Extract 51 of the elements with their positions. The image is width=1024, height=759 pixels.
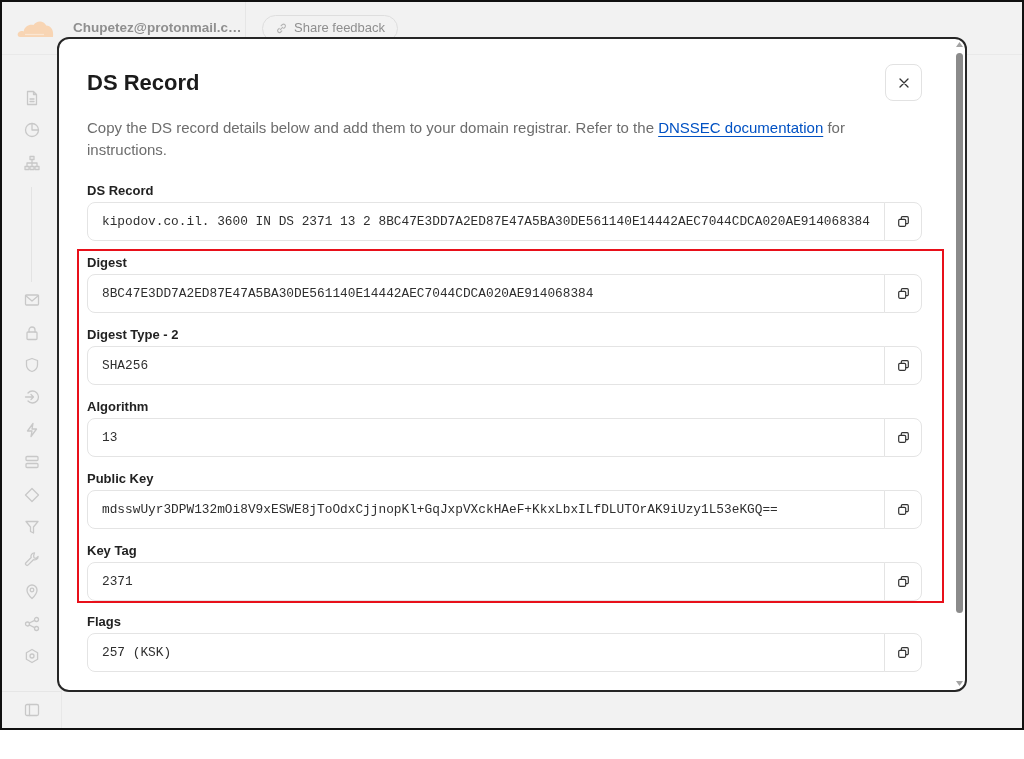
copy-button[interactable] xyxy=(884,346,922,385)
value-field[interactable]: kipodov.co.il. 3600 IN DS 2371 13 2 8BC47E3DD7A2ED87E47A5BA30DE561140E14442AEC7044CDCA020AE914068384 xyxy=(87,202,885,241)
copy-button[interactable] xyxy=(884,490,922,529)
scroll-down-arrow-icon[interactable] xyxy=(956,681,963,686)
value-field[interactable]: 257 (KSK) xyxy=(87,633,885,672)
copy-icon xyxy=(897,360,909,371)
field-label: Digest xyxy=(87,254,128,272)
sitemap-icon[interactable] xyxy=(23,154,40,171)
field-label: Digest Type - 2 xyxy=(87,326,180,344)
copy-icon xyxy=(897,504,909,515)
map-pin-icon[interactable] xyxy=(23,583,40,600)
hexagon-icon[interactable] xyxy=(23,648,40,665)
description-text: Copy the DS record details below and add them to your domain registrar. Refer to the DNSSEC documentation for instructions. xyxy=(87,118,846,160)
envelope-icon[interactable] xyxy=(23,292,40,309)
field-label: Key Tag xyxy=(87,542,138,560)
value-field[interactable]: SHA256 xyxy=(87,346,885,385)
copy-icon xyxy=(897,216,909,227)
documentation-link[interactable]: DNSSEC documentation xyxy=(658,119,824,136)
value-field[interactable]: 8BC47E3DD7A2ED87E47A5BA30DE561140E14442AEC7044CDCA020AE914068384 xyxy=(87,274,885,313)
copy-button[interactable] xyxy=(884,562,922,601)
wrench-icon[interactable] xyxy=(23,551,40,568)
copy-button[interactable] xyxy=(884,274,922,313)
close-button[interactable] xyxy=(885,64,922,101)
value-field[interactable]: mdsswUyr3DPW132mOi8V9xESWE8jToOdxCjjnopKl+GqJxpVXckHAeF+KkxLbxILfDLUTOrAK9iUzy1L53eKGQ== xyxy=(87,490,885,529)
shield-icon[interactable] xyxy=(23,356,40,373)
field-label: Public Key xyxy=(87,470,155,488)
share-nodes-icon[interactable] xyxy=(23,616,40,633)
scroll-up-arrow-icon[interactable] xyxy=(956,42,963,47)
copy-icon xyxy=(897,288,909,299)
scrollbar-thumb[interactable] xyxy=(956,53,963,613)
copy-icon xyxy=(897,576,909,587)
close-icon xyxy=(898,77,909,88)
funnel-icon[interactable] xyxy=(23,518,40,535)
dialog-title: DS Record xyxy=(87,68,200,97)
value-field[interactable]: 2371 xyxy=(87,562,885,601)
copy-button[interactable] xyxy=(884,418,922,457)
copy-icon xyxy=(897,432,909,443)
lock-icon[interactable] xyxy=(23,324,40,341)
copy-icon xyxy=(897,647,909,658)
pie-chart-icon[interactable] xyxy=(23,122,40,139)
field-label: Flags xyxy=(87,613,122,631)
copy-button[interactable] xyxy=(884,633,922,672)
value-field[interactable]: 13 xyxy=(87,418,885,457)
panel-toggle-icon[interactable] xyxy=(23,702,40,718)
diamond-icon[interactable] xyxy=(23,486,40,503)
arrow-in-circle-icon[interactable] xyxy=(23,389,40,406)
field-label: Algorithm xyxy=(87,398,150,416)
field-label: DS Record xyxy=(87,182,155,200)
copy-button[interactable] xyxy=(884,202,922,241)
stack-icon[interactable] xyxy=(23,454,40,471)
link-icon xyxy=(275,21,288,35)
